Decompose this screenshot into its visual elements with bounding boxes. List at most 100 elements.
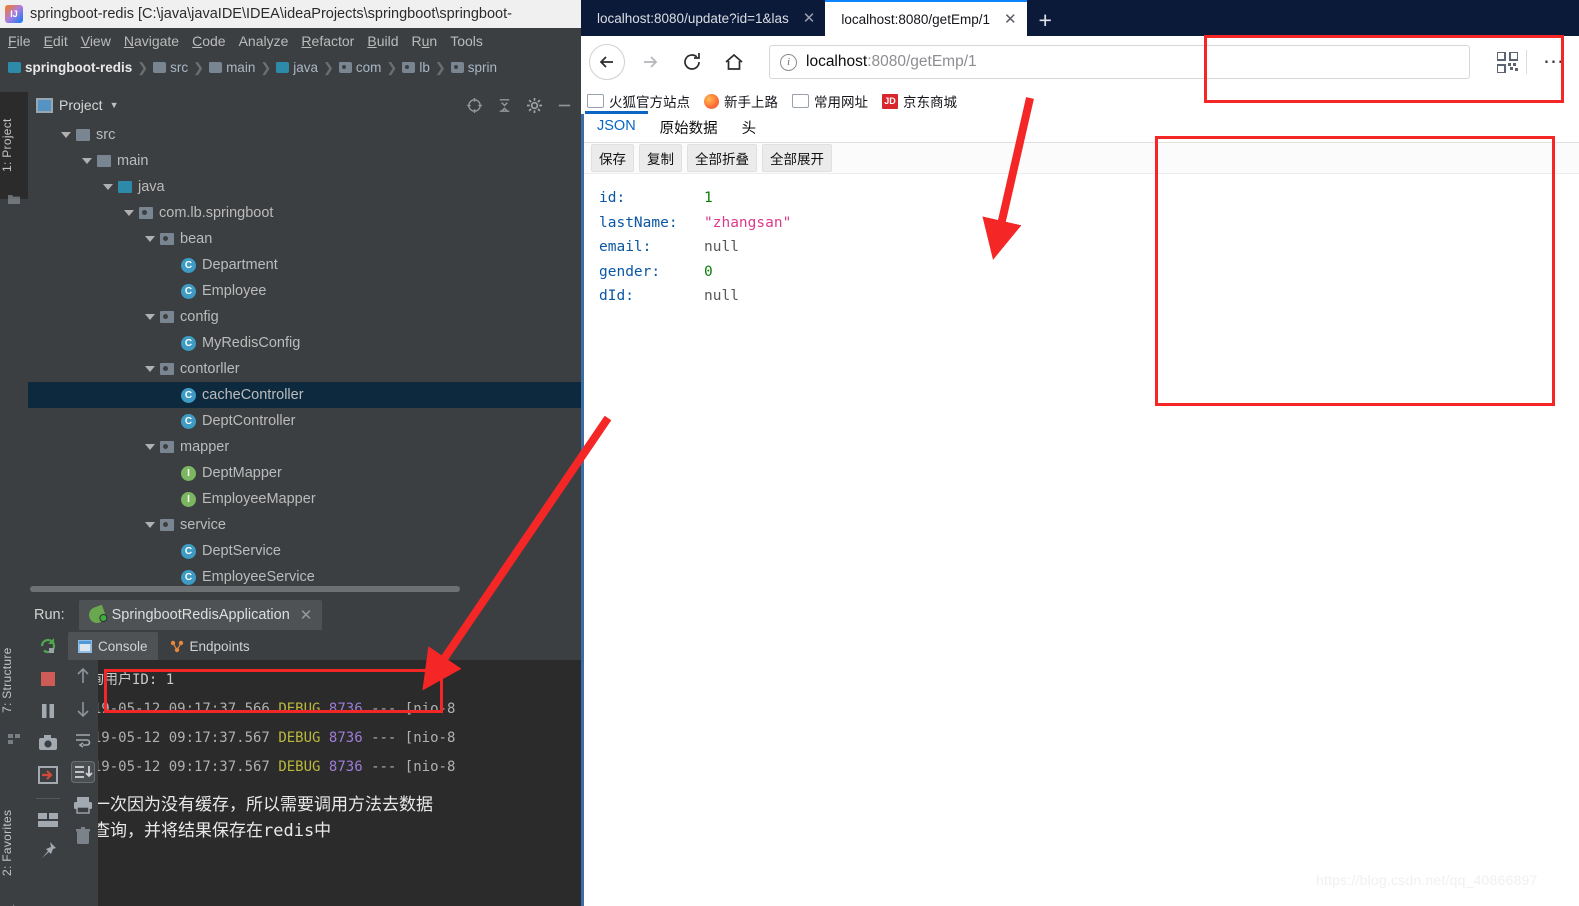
ide-menu-bar[interactable]: File Edit View Navigate Code Analyze Ref… xyxy=(0,28,581,54)
tree-node[interactable]: config xyxy=(28,304,581,330)
breadcrumb-item-project[interactable]: springboot-redis xyxy=(8,60,132,75)
down-arrow-icon[interactable] xyxy=(75,699,91,719)
back-button[interactable] xyxy=(589,44,625,80)
tab-console[interactable]: Console xyxy=(68,632,158,660)
bookmark-firefox-official[interactable]: 火狐官方站点 xyxy=(587,91,690,111)
collapse-all-icon[interactable] xyxy=(496,97,513,114)
browser-tab-getemp[interactable]: localhost:8080/getEmp/1 ✕ xyxy=(825,0,1027,36)
chevron-down-icon[interactable] xyxy=(103,184,113,190)
tree-horizontal-scrollbar[interactable] xyxy=(28,585,581,593)
tab-raw-data[interactable]: 原始数据 xyxy=(648,114,730,144)
tree-node[interactable]: mapper xyxy=(28,434,581,460)
menu-item-file[interactable]: File xyxy=(8,33,31,49)
pause-icon[interactable] xyxy=(39,702,57,720)
breadcrumb-item-com[interactable]: com xyxy=(338,60,381,75)
sidebar-item-favorites[interactable]: 2: Favorites xyxy=(0,782,28,904)
tree-node[interactable]: I EmployeeMapper xyxy=(28,486,581,512)
breadcrumb-item-springboot[interactable]: sprin xyxy=(450,60,497,75)
collapse-all-button[interactable]: 全部折叠 xyxy=(687,144,757,172)
console-toolbar[interactable] xyxy=(68,660,98,906)
new-tab-button[interactable]: + xyxy=(1039,9,1052,32)
layout-icon[interactable] xyxy=(38,813,58,827)
chevron-down-icon[interactable] xyxy=(145,522,155,528)
scroll-to-end-icon[interactable] xyxy=(71,761,95,783)
app-menu-button[interactable]: ⋯ xyxy=(1537,45,1571,79)
json-row[interactable]: dId: null xyxy=(599,284,1579,309)
reload-button[interactable] xyxy=(675,45,709,79)
bookmarks-bar[interactable]: 火狐官方站点 新手上路 常用网址 JD 京东商城 xyxy=(581,88,1579,115)
menu-item-run[interactable]: Run xyxy=(411,33,437,49)
menu-item-analyze[interactable]: Analyze xyxy=(239,33,289,49)
tree-node[interactable]: C DeptController xyxy=(28,408,581,434)
tab-headers[interactable]: 头 xyxy=(730,114,769,144)
menu-item-tools[interactable]: Tools xyxy=(450,33,483,49)
console-output[interactable]: 查询用户ID: 1 2019-05-12 09:17:37.566 DEBUG 8… xyxy=(68,660,581,906)
json-row[interactable]: id: 1 xyxy=(599,186,1579,211)
export-icon[interactable] xyxy=(38,766,58,784)
close-icon[interactable]: ✕ xyxy=(300,606,313,624)
close-icon[interactable]: ✕ xyxy=(1004,10,1017,28)
chevron-down-icon[interactable] xyxy=(145,366,155,372)
tree-node[interactable]: I DeptMapper xyxy=(28,460,581,486)
chevron-down-icon[interactable] xyxy=(145,444,155,450)
address-bar[interactable]: i localhost:8080/getEmp/1 xyxy=(769,45,1470,79)
tab-json[interactable]: JSON xyxy=(585,111,648,140)
menu-item-refactor[interactable]: Refactor xyxy=(301,33,354,49)
chevron-down-icon[interactable] xyxy=(145,314,155,320)
bookmark-getting-started[interactable]: 新手上路 xyxy=(704,91,778,111)
tree-node[interactable]: C Department xyxy=(28,252,581,278)
json-row[interactable]: lastName: "zhangsan" xyxy=(599,211,1579,236)
up-arrow-icon[interactable] xyxy=(75,666,91,686)
breadcrumb-item-src[interactable]: src xyxy=(153,60,188,75)
project-tree[interactable]: src main java com.lb.springboot bean C Departm… xyxy=(28,122,581,592)
copy-button[interactable]: 复制 xyxy=(639,144,682,172)
json-viewer-toolbar[interactable]: 保存 复制 全部折叠 全部展开 xyxy=(581,143,1579,174)
menu-item-build[interactable]: Build xyxy=(367,33,398,49)
tree-node[interactable]: main xyxy=(28,148,581,174)
expand-all-button[interactable]: 全部展开 xyxy=(762,144,832,172)
browser-tab-update[interactable]: localhost:8080/update?id=1&las ✕ xyxy=(581,0,825,36)
tree-node[interactable]: CcacheController xyxy=(28,382,581,408)
menu-item-navigate[interactable]: Navigate xyxy=(124,33,179,49)
sidebar-item-structure[interactable]: 7: Structure xyxy=(0,620,28,740)
tree-node[interactable]: C DeptService xyxy=(28,538,581,564)
chevron-down-icon[interactable] xyxy=(82,158,92,164)
locate-icon[interactable] xyxy=(466,97,483,114)
json-body[interactable]: id: 1 lastName: "zhangsan" email: null gender:… xyxy=(581,174,1579,309)
tree-node[interactable]: C MyRedisConfig xyxy=(28,330,581,356)
page-info-icon[interactable]: i xyxy=(780,53,797,71)
camera-icon[interactable] xyxy=(38,734,58,752)
chevron-down-icon[interactable] xyxy=(61,132,71,138)
tree-node[interactable]: service xyxy=(28,512,581,538)
forward-button[interactable] xyxy=(633,45,667,79)
tree-node[interactable]: C Employee xyxy=(28,278,581,304)
breadcrumb-item-java[interactable]: java xyxy=(276,60,318,75)
tree-node[interactable]: contorller xyxy=(28,356,581,382)
close-icon[interactable]: ✕ xyxy=(803,9,816,27)
json-row[interactable]: email: null xyxy=(599,235,1579,260)
tree-node[interactable]: java xyxy=(28,174,581,200)
chevron-down-icon[interactable] xyxy=(124,210,134,216)
chevron-down-icon[interactable]: ▼ xyxy=(110,100,119,110)
tree-node[interactable]: com.lb.springboot xyxy=(28,200,581,226)
tree-node[interactable]: src xyxy=(28,122,581,148)
gear-icon[interactable] xyxy=(526,97,543,114)
run-sub-tabs[interactable]: Console Endpoints xyxy=(28,630,581,660)
tab-endpoints[interactable]: Endpoints xyxy=(160,632,260,660)
pin-icon[interactable] xyxy=(39,841,57,859)
menu-item-view[interactable]: View xyxy=(81,33,111,49)
breadcrumb-item-main[interactable]: main xyxy=(209,60,255,75)
menu-item-edit[interactable]: Edit xyxy=(44,33,68,49)
json-row[interactable]: gender: 0 xyxy=(599,260,1579,285)
json-viewer-tabs[interactable]: JSON 原始数据 头 xyxy=(581,111,1579,144)
run-left-toolbar[interactable] xyxy=(28,630,68,906)
run-configuration-tab[interactable]: SpringbootRedisApplication ✕ xyxy=(78,600,323,630)
breadcrumb-item-lb[interactable]: lb xyxy=(402,60,430,75)
rerun-icon[interactable] xyxy=(38,636,58,656)
breadcrumb[interactable]: springboot-redis ❯ src ❯ main ❯ java ❯ c… xyxy=(0,54,581,81)
tree-node[interactable]: bean xyxy=(28,226,581,252)
bookmark-jd[interactable]: JD 京东商城 xyxy=(882,91,957,111)
qr-code-button[interactable] xyxy=(1490,45,1524,79)
save-button[interactable]: 保存 xyxy=(591,144,634,172)
print-icon[interactable] xyxy=(73,796,93,814)
